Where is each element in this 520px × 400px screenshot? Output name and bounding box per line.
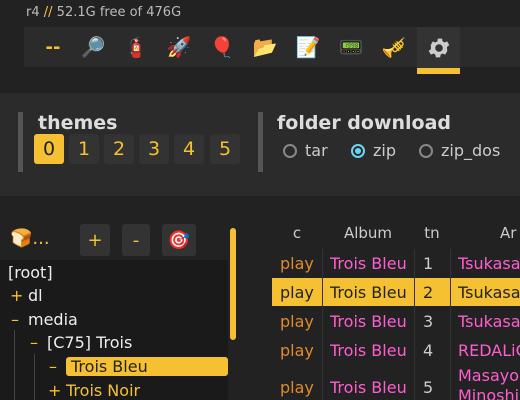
album-cell: Trois Bleu: [330, 377, 407, 397]
toolbar-dashes-button[interactable]: --: [32, 27, 74, 67]
radio-zip-dos-dot: [419, 143, 433, 158]
files-table: c Album tn Ar play Trois Bleu 1 Tsukasa …: [272, 218, 520, 400]
themes-title: themes: [38, 112, 118, 134]
table-row-selected[interactable]: play Trois Bleu 2 Tsukasa: [272, 278, 520, 306]
radio-zip-dot: [351, 143, 365, 158]
tree-collapse-button[interactable]: -: [122, 224, 150, 256]
theme-3-button[interactable]: 3: [139, 134, 169, 164]
tree-node-label: dl: [28, 286, 43, 305]
column-header-artist[interactable]: Ar: [450, 218, 520, 248]
tree-node-c75-trois[interactable]: – [C75] Trois: [29, 331, 132, 354]
radio-tar[interactable]: tar: [283, 141, 328, 160]
theme-1-button[interactable]: 1: [69, 134, 99, 164]
play-link[interactable]: play: [280, 249, 314, 277]
balloon-icon[interactable]: 🎈: [201, 27, 243, 67]
tree-scrollbar[interactable]: [230, 228, 236, 340]
album-cell: Trois Bleu: [330, 340, 407, 360]
tree-node-media[interactable]: – media: [10, 308, 78, 331]
folder-icon[interactable]: 📂: [244, 27, 286, 67]
target-icon[interactable]: 🎯: [162, 224, 196, 256]
radio-tar-dot: [283, 143, 297, 158]
status-line: r4 // 52.1G free of 476G: [26, 5, 181, 20]
artist-cell: Tsukasa: [458, 253, 520, 273]
track-number-cell: 4: [423, 340, 434, 360]
play-link[interactable]: play: [280, 307, 314, 335]
pager-icon[interactable]: 📟: [330, 27, 372, 67]
table-row[interactable]: play Trois Bleu 4 REDALiC: [272, 336, 520, 364]
expand-toggle[interactable]: +: [10, 286, 23, 305]
gear-icon[interactable]: [417, 27, 460, 74]
column-divider: [450, 249, 451, 400]
tree-node-trois-noir[interactable]: + Trois Noir: [48, 379, 140, 400]
theme-5-button[interactable]: 5: [210, 134, 240, 164]
trumpet-icon[interactable]: 🎺: [373, 27, 415, 67]
folder-tree: [root] + dl – media – [C75] Trois – Troi…: [0, 260, 228, 400]
column-header-album[interactable]: Album: [322, 218, 414, 248]
collapse-toggle[interactable]: –: [29, 333, 39, 352]
bread-icon[interactable]: 🍞...: [10, 228, 50, 249]
collapse-toggle[interactable]: –: [48, 357, 58, 376]
column-header-c[interactable]: c: [272, 218, 322, 248]
folder-download-title: folder download: [277, 112, 452, 134]
album-cell: Trois Bleu: [330, 282, 407, 302]
radio-tar-label: tar: [305, 141, 328, 160]
tree-header: 🍞... + - 🎯: [0, 224, 232, 260]
rocket-icon[interactable]: 🚀: [158, 27, 200, 67]
radio-zip-label: zip: [373, 141, 396, 160]
theme-2-button[interactable]: 2: [104, 134, 134, 164]
theme-0-button[interactable]: 0: [34, 134, 64, 164]
tree-node-trois-bleu[interactable]: – Trois Bleu: [48, 355, 228, 378]
table-row[interactable]: play Trois Bleu 3 Tsukasa: [272, 307, 520, 335]
themes-group-bar: [18, 112, 23, 172]
album-cell: Trois Bleu: [330, 253, 407, 273]
theme-4-button[interactable]: 4: [174, 134, 204, 164]
artist-cell: REDALiC: [458, 340, 520, 360]
track-number-cell: 1: [423, 253, 434, 273]
artist-cell-line2: Minoshi: [458, 386, 520, 400]
table-row[interactable]: play Trois Bleu 1 Tsukasa: [272, 249, 520, 277]
settings-panel: themes 0 1 2 3 4 5 folder download tar z…: [0, 93, 520, 196]
tree-node-dl[interactable]: + dl: [10, 284, 43, 307]
column-header-tn[interactable]: tn: [414, 218, 450, 248]
memo-icon[interactable]: 📝: [287, 27, 329, 67]
tree-node-label: Trois Bleu: [66, 357, 228, 376]
track-number-cell: 5: [423, 377, 434, 397]
disk-free: 52.1G free of 476G: [56, 5, 182, 20]
column-divider: [322, 249, 323, 400]
play-link[interactable]: play: [280, 336, 314, 364]
table-row[interactable]: play Trois Bleu 5 Masayo Minoshi: [272, 366, 520, 400]
artist-cell: Tsukasa: [458, 311, 520, 331]
expand-toggle[interactable]: +: [48, 381, 61, 400]
radio-zip-dos[interactable]: zip_dos: [419, 141, 500, 160]
fire-extinguisher-icon[interactable]: 🧯: [115, 27, 157, 67]
download-group-bar: [258, 112, 263, 172]
search-icon[interactable]: 🔎: [72, 27, 114, 67]
play-link[interactable]: play: [280, 370, 314, 400]
play-link[interactable]: play: [280, 278, 314, 306]
album-cell: Trois Bleu: [330, 311, 407, 331]
track-number-cell: 3: [423, 311, 434, 331]
tree-guide: [34, 354, 35, 400]
tree-node-label: [root]: [8, 263, 53, 282]
host-label: r4: [26, 5, 40, 20]
artist-cell: Tsukasa: [458, 282, 520, 302]
tree-expand-button[interactable]: +: [80, 224, 110, 256]
tree-node-root[interactable]: [root]: [8, 261, 53, 284]
tree-node-label: [C75] Trois: [47, 333, 133, 352]
radio-zip[interactable]: zip: [351, 141, 396, 160]
tree-node-label: Trois Noir: [66, 381, 141, 400]
tree-guide: [14, 330, 15, 400]
radio-zip-dos-label: zip_dos: [441, 141, 501, 160]
column-divider: [414, 249, 415, 400]
tree-node-label: media: [28, 310, 78, 329]
artist-cell: Masayo: [458, 366, 520, 385]
collapse-toggle[interactable]: –: [10, 310, 20, 329]
separator: //: [43, 5, 53, 20]
track-number-cell: 2: [423, 282, 434, 302]
toolbar: -- 🔎 🧯 🚀 🎈 📂 📝 📟 🎺: [24, 27, 520, 74]
gear-icon-shape: [428, 38, 449, 57]
